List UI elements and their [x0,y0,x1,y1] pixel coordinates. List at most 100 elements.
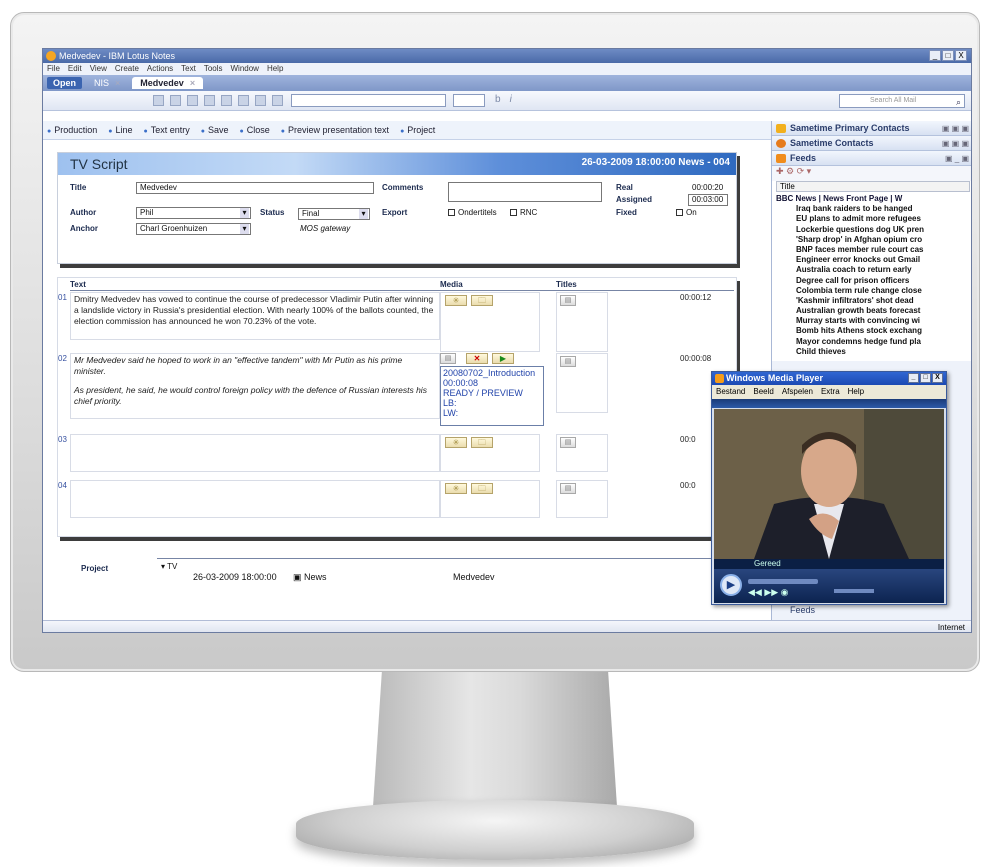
copy-icon[interactable] [170,95,181,106]
comments-field[interactable] [448,182,602,202]
seek-bar[interactable] [748,579,818,584]
fixed-checkbox[interactable] [676,209,683,217]
feeds-bottom-tab[interactable]: Feeds [772,603,971,618]
action-production[interactable]: Production [47,121,97,139]
menu-file[interactable]: File [47,63,60,75]
menu-view[interactable]: View [90,63,107,75]
feed-item[interactable]: BNP faces member rule court cas [776,245,971,255]
play-media-icon[interactable]: ▶ [492,353,514,364]
feed-item[interactable]: Bomb hits Athens stock exchang [776,326,971,336]
feed-group[interactable]: BBC News | News Front Page | W [776,194,971,204]
status-select[interactable]: Final [298,208,370,220]
feed-item[interactable]: Colombia term rule change close [776,286,971,296]
wmp-menu-bestand[interactable]: Bestand [716,385,745,399]
fixed-on[interactable]: On [676,208,697,217]
title-field[interactable]: Medvedev [136,182,374,194]
title-doc-icon[interactable]: ▤ [560,437,576,448]
feed-item[interactable]: Child thieves [776,347,971,357]
script-line-text[interactable] [70,434,440,472]
feed-item[interactable]: Australian growth beats forecast [776,306,971,316]
wmp-menu-help[interactable]: Help [848,385,864,399]
anchor-select[interactable]: Charl Groenhuizen [136,223,251,235]
title-doc-icon[interactable]: ▤ [560,295,576,306]
bold-button[interactable]: b [495,94,501,105]
action-text-entry[interactable]: Text entry [144,121,190,139]
feed-item[interactable]: EU plans to admit more refugees [776,214,971,224]
feed-item[interactable]: Australia coach to return early [776,265,971,275]
assigned-field[interactable]: 00:03:00 [688,194,728,206]
feed-item[interactable]: Murray starts with convincing wi [776,316,971,326]
wmp-menu-extra[interactable]: Extra [821,385,840,399]
project-group[interactable]: ▾ TV [161,562,177,571]
tab-close-icon[interactable]: × [115,78,120,88]
sametime-contacts-header[interactable]: Sametime Contacts ▣ ▣ ▣ [772,136,971,151]
close-button[interactable]: X [955,50,967,61]
action-preview[interactable]: Preview presentation text [281,121,389,139]
print-icon[interactable] [255,95,266,106]
add-media-icon[interactable]: ✳ [445,295,467,306]
settings-icon[interactable] [272,95,283,106]
new-icon[interactable] [221,95,232,106]
play-button[interactable]: ▶ [720,574,742,596]
tab-medvedev[interactable]: Medvedev × [132,77,204,89]
rnc-checkbox[interactable] [510,209,517,217]
title-doc-icon[interactable]: ▤ [560,356,576,367]
edit-icon[interactable] [204,95,215,106]
feed-item[interactable]: Mayor condemns hedge fund pla [776,337,971,347]
export-ondertitels[interactable]: Ondertitels [448,208,497,217]
media-doc-icon[interactable]: ▤ [440,353,456,364]
action-project[interactable]: Project [400,121,435,139]
transport-icons[interactable]: ◀◀ ▶▶ ◉ [748,587,789,598]
menu-actions[interactable]: Actions [147,63,173,75]
feeds-toolbar[interactable]: ✚ ⚙ ⟳ ▾ [772,166,971,181]
panel-controls-icon[interactable]: ▣ _ ▣ [945,151,969,166]
internet-zone[interactable]: Internet [938,621,965,632]
size-combo[interactable] [453,94,485,107]
script-line-text[interactable] [70,480,440,518]
action-save[interactable]: Save [201,121,229,139]
title-doc-icon[interactable]: ▤ [560,483,576,494]
remove-media-icon[interactable]: ✕ [466,353,488,364]
search-icon[interactable]: ⌕ [956,96,961,108]
author-select[interactable]: Phil [136,207,251,219]
ondertitels-checkbox[interactable] [448,209,455,217]
open-button[interactable]: Open [47,77,83,89]
menu-window[interactable]: Window [231,63,259,75]
tab-nis[interactable]: NIS × [86,77,128,89]
panel-controls-icon[interactable]: ▣ ▣ ▣ [942,121,969,136]
feeds-header[interactable]: Feeds ▣ _ ▣ [772,151,971,166]
feeds-title-column[interactable]: Title [776,181,970,192]
italic-button[interactable]: i [510,94,512,105]
feed-item[interactable]: Degree call for prison officers [776,276,971,286]
script-line-text[interactable]: Mr Medvedev said he hoped to work in an … [70,353,440,419]
action-line[interactable]: Line [108,121,133,139]
add-media-icon[interactable]: ✳ [445,483,467,494]
menu-create[interactable]: Create [115,63,139,75]
action-close[interactable]: Close [240,121,270,139]
menu-tools[interactable]: Tools [204,63,223,75]
search-input[interactable]: Search All Mail ⌕ [839,94,965,108]
feed-item[interactable]: Engineer error knocks out Gmail [776,255,971,265]
feed-item[interactable]: 'Sharp drop' in Afghan opium cro [776,235,971,245]
minimize-button[interactable]: _ [929,50,941,61]
panel-controls-icon[interactable]: ▣ ▣ ▣ [942,136,969,151]
wmp-close-button[interactable]: X [932,373,943,383]
feed-item[interactable]: Iraq bank raiders to be hanged [776,204,971,214]
wmp-menu-beeld[interactable]: Beeld [753,385,773,399]
menu-text[interactable]: Text [181,63,196,75]
wmp-maximize-button[interactable]: □ [920,373,931,383]
wmp-minimize-button[interactable]: _ [908,373,919,383]
menu-help[interactable]: Help [267,63,283,75]
font-combo[interactable] [291,94,446,107]
open-folder-icon[interactable]: 🗀 [471,483,493,494]
project-name[interactable]: Medvedev [453,572,495,582]
script-line-text[interactable]: Dmitry Medvedev has vowed to continue th… [70,292,440,340]
open-folder-icon[interactable]: 🗀 [471,437,493,448]
menu-edit[interactable]: Edit [68,63,82,75]
feed-item[interactable]: Lockerbie questions dog UK pren [776,225,971,235]
tab-close-icon[interactable]: × [190,78,195,88]
add-media-icon[interactable]: ✳ [445,437,467,448]
sametime-primary-contacts-header[interactable]: Sametime Primary Contacts ▣ ▣ ▣ [772,121,971,136]
volume-slider[interactable] [834,589,874,593]
wmp-menu-afspelen[interactable]: Afspelen [782,385,813,399]
